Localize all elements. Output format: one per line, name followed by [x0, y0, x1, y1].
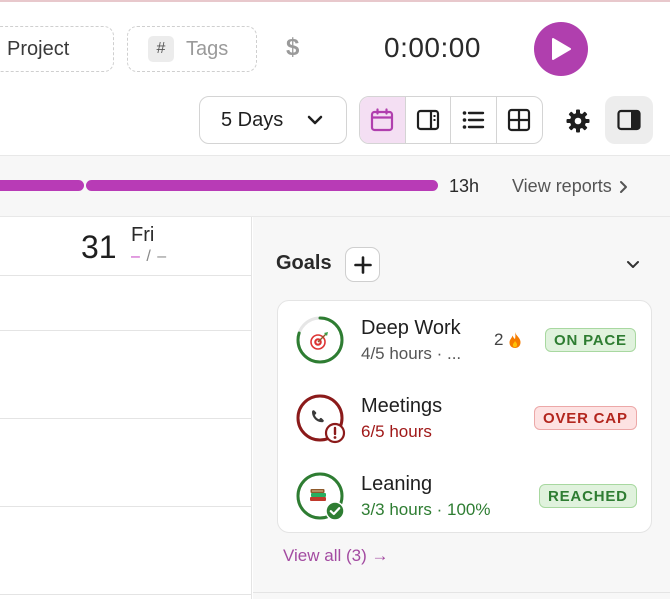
- view-reports-label: View reports: [512, 176, 612, 196]
- goal-progress-text: 3/3 hours · 100%: [361, 500, 491, 519]
- goal-progress-ring: [296, 394, 346, 444]
- calendar-icon: [371, 108, 394, 132]
- goal-streak: 2: [494, 330, 523, 350]
- target-icon: [310, 332, 328, 350]
- start-timer-button[interactable]: [534, 22, 588, 76]
- side-panel-icon: [617, 109, 641, 131]
- goal-name: Meetings: [361, 395, 443, 417]
- list-icon: [462, 111, 485, 129]
- day-name: Fri: [131, 224, 155, 246]
- project-selector[interactable]: Project: [0, 26, 114, 72]
- progress-segment: [0, 180, 84, 191]
- day-number: 31: [81, 229, 117, 265]
- day-tracked-value: –: [131, 248, 141, 265]
- goal-progress-ring: [296, 472, 345, 521]
- goal-name: Leaning: [361, 473, 433, 495]
- goals-title: Goals: [276, 252, 332, 274]
- view-reports-link[interactable]: View reports: [512, 176, 630, 197]
- project-label: Project: [7, 37, 70, 60]
- hour-gridline: [0, 418, 252, 419]
- split-view-icon: [416, 109, 439, 131]
- grid-icon: [508, 108, 531, 132]
- status-badge: OVER CAP: [534, 406, 637, 430]
- plus-icon: [353, 255, 372, 274]
- warning-icon: [324, 422, 346, 444]
- hour-gridline: [0, 594, 252, 595]
- chevron-down-icon: [307, 115, 323, 125]
- goal-progress-text: 4/5 hours · ...: [361, 344, 462, 363]
- total-hours: 13h: [449, 176, 480, 196]
- split-view-button[interactable]: [406, 97, 451, 143]
- goal-name: Deep Work: [361, 317, 461, 339]
- hour-gridline: [0, 275, 252, 276]
- calendar-view-button[interactable]: [360, 97, 406, 143]
- day-goal-value: –: [157, 248, 168, 265]
- billable-toggle[interactable]: $: [286, 34, 299, 62]
- phone-icon: [312, 410, 324, 423]
- goal-progress-text: 6/5 hours: [361, 422, 432, 441]
- view-switcher: [359, 96, 543, 144]
- streak-count: 2: [494, 330, 504, 349]
- goals-card: Deep Work 4/5 hours · ... 2 ON PACE Meet…: [277, 300, 652, 533]
- status-badge: ON PACE: [545, 328, 636, 352]
- books-icon: [310, 489, 326, 501]
- goal-progress-ring: [296, 316, 344, 364]
- day-hours-summary: – / –: [131, 248, 167, 266]
- hash-icon: #: [148, 36, 174, 62]
- goal-item-deep-work[interactable]: Deep Work 4/5 hours · ... 2 ON PACE: [278, 301, 653, 371]
- checkmark-icon: [325, 501, 345, 521]
- hour-gridline: [0, 506, 252, 507]
- list-view-button[interactable]: [451, 97, 497, 143]
- status-badge: REACHED: [539, 484, 637, 508]
- panel-divider: [253, 592, 670, 593]
- goal-item-leaning[interactable]: Leaning 3/3 hours · 100% REACHED: [278, 457, 653, 527]
- chevron-down-icon: [627, 261, 639, 268]
- range-select[interactable]: 5 Days: [199, 96, 347, 144]
- gear-icon: [566, 109, 590, 133]
- tags-selector[interactable]: # Tags: [127, 26, 257, 72]
- goal-item-meetings[interactable]: Meetings 6/5 hours OVER CAP: [278, 379, 653, 449]
- play-icon: [552, 38, 571, 60]
- grid-view-button[interactable]: [497, 97, 542, 143]
- range-select-value: 5 Days: [221, 108, 284, 131]
- settings-button[interactable]: [560, 103, 596, 139]
- top-border: [0, 0, 670, 2]
- toggle-side-panel-button[interactable]: [605, 96, 653, 144]
- hour-gridline: [0, 330, 252, 331]
- timer-display: 0:00:00: [384, 32, 481, 63]
- fire-icon: [509, 332, 522, 348]
- view-all-goals-link[interactable]: View all (3) →: [283, 546, 389, 566]
- add-goal-button[interactable]: [345, 247, 380, 282]
- progress-segment: [86, 180, 438, 191]
- day-separator: /: [140, 248, 158, 265]
- tags-label: Tags: [186, 37, 229, 60]
- collapse-goals-button[interactable]: [624, 255, 642, 278]
- chevron-right-icon: [619, 180, 627, 193]
